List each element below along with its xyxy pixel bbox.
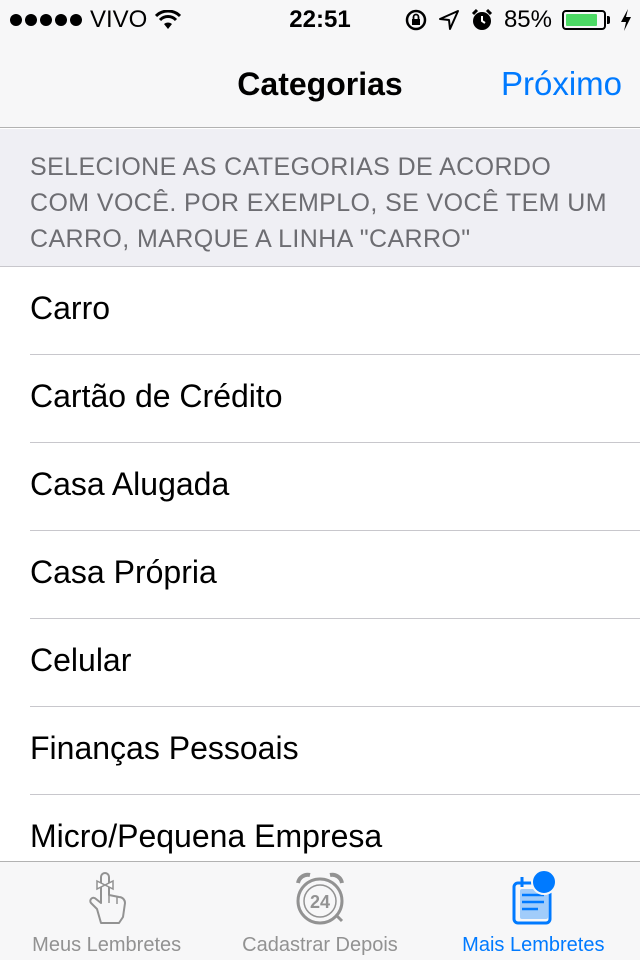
tab-label: Mais Lembretes [462,934,605,956]
alarm-icon [471,8,493,30]
category-row[interactable]: Casa Alugada [30,443,640,531]
navigation-bar: Categorias Próximo [0,40,640,128]
category-label: Casa Alugada [30,466,230,502]
next-button[interactable]: Próximo [501,65,622,103]
category-row[interactable]: Celular [30,619,640,707]
notification-badge [531,869,557,895]
category-label: Celular [30,642,132,678]
clock-24-icon: 24 [288,868,352,930]
instructions-text: SELECIONE AS CATEGORIAS DE ACORDO COM VO… [30,153,607,253]
svg-text:24: 24 [310,892,330,912]
category-list[interactable]: Carro Cartão de Crédito Casa Alugada Cas… [0,267,640,861]
category-label: Micro/Pequena Empresa [30,818,383,854]
battery-fill [566,14,597,26]
category-row[interactable]: Casa Própria [30,531,640,619]
instructions-header: SELECIONE AS CATEGORIAS DE ACORDO COM VO… [0,129,640,267]
charging-bolt-icon [621,9,631,31]
tab-cadastrar-depois[interactable]: 24 Cadastrar Depois [213,862,426,960]
category-row[interactable]: Finanças Pessoais [30,707,640,795]
finger-ribbon-icon [75,868,139,930]
location-arrow-icon [438,10,459,30]
category-row[interactable]: Cartão de Crédito [30,355,640,443]
status-bar: VIVO 22:51 85% [0,0,640,40]
tab-label: Meus Lembretes [32,934,182,956]
category-label: Casa Própria [30,554,217,590]
status-right: 85% [404,5,632,35]
tab-label: Cadastrar Depois [242,934,398,956]
category-label: Carro [30,290,111,326]
tab-meus-lembretes[interactable]: Meus Lembretes [0,862,213,960]
category-row[interactable]: Micro/Pequena Empresa [30,795,640,861]
rotation-lock-icon [405,9,427,31]
battery-icon [562,10,610,30]
category-label: Cartão de Crédito [30,378,283,414]
battery-percent: 85% [503,6,552,33]
category-row[interactable]: Carro [30,267,640,355]
category-label: Finanças Pessoais [30,730,299,766]
